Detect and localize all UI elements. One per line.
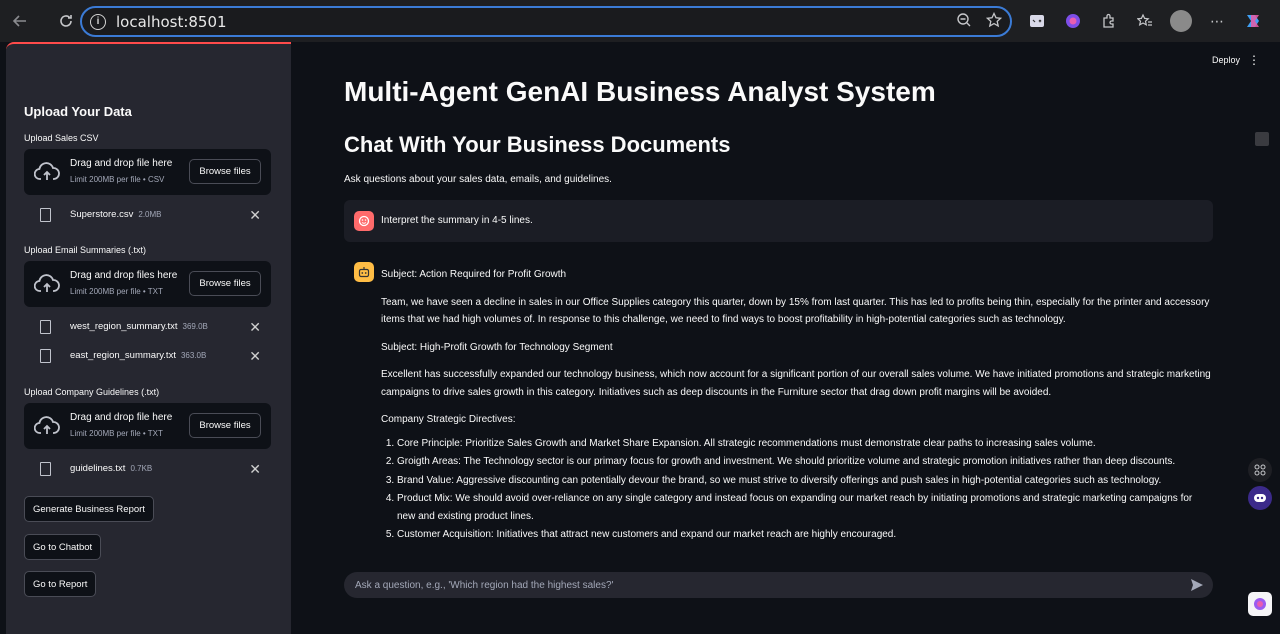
favorite-star-icon[interactable] — [985, 11, 1003, 33]
file-icon — [40, 208, 51, 222]
grid-widget-icon[interactable] — [1248, 458, 1272, 482]
remove-file-icon[interactable]: ✕ — [249, 319, 261, 336]
reload-icon[interactable] — [52, 7, 80, 35]
browse-files-button[interactable]: Browse files — [189, 271, 261, 296]
main-menu-icon[interactable]: ⋮ — [1248, 53, 1260, 67]
send-icon[interactable] — [1189, 577, 1205, 593]
page-title: Multi-Agent GenAI Business Analyst Syste… — [344, 76, 936, 107]
sales-csv-dropzone[interactable]: Drag and drop file here Limit 200MB per … — [24, 149, 271, 195]
extensions-puzzle-icon[interactable] — [1096, 8, 1122, 34]
assistant-chat-message: Subject: Action Required for Profit Grow… — [381, 266, 1213, 545]
file-name: Superstore.csv — [70, 209, 134, 220]
image-widget-icon[interactable] — [1255, 132, 1269, 146]
dropzone-limit: Limit 200MB per file • TXT — [70, 429, 163, 438]
file-size: 363.0B — [180, 351, 207, 360]
sales-csv-label: Upload Sales CSV — [24, 133, 99, 143]
list-item: Customer Acquisition: Initiatives that a… — [397, 526, 1213, 544]
user-avatar-icon — [354, 211, 374, 231]
guidelines-label: Upload Company Guidelines (.txt) — [24, 387, 160, 397]
url-text: localhost:8501 — [116, 12, 227, 31]
uploaded-file: Superstore.csv 2.0MB ✕ — [24, 201, 271, 229]
discord-widget-icon[interactable] — [1248, 486, 1272, 510]
file-name: guidelines.txt — [70, 463, 126, 474]
sidebar: Upload Your Data Upload Sales CSV Drag a… — [6, 42, 291, 634]
cloud-upload-icon — [34, 416, 60, 434]
user-chat-message: Interpret the summary in 4-5 lines. — [344, 200, 1213, 242]
streamlit-app: Upload Your Data Upload Sales CSV Drag a… — [0, 42, 1280, 634]
chat-input-container — [344, 572, 1213, 598]
back-icon[interactable] — [6, 7, 34, 35]
file-name: west_region_summary.txt — [70, 321, 178, 332]
go-to-chatbot-button[interactable]: Go to Chatbot — [24, 534, 102, 560]
page-caption: Ask questions about your sales data, ema… — [344, 174, 612, 185]
directives-list: Core Principle: Prioritize Sales Growth … — [397, 435, 1213, 544]
browse-files-button[interactable]: Browse files — [189, 159, 261, 184]
user-message-text: Interpret the summary in 4-5 lines. — [381, 215, 533, 226]
dropzone-limit: Limit 200MB per file • CSV — [70, 175, 165, 184]
generate-report-button[interactable]: Generate Business Report — [24, 496, 154, 522]
extension-icon-2[interactable] — [1060, 8, 1086, 34]
sidebar-title: Upload Your Data — [24, 104, 132, 119]
remove-file-icon[interactable]: ✕ — [249, 461, 261, 478]
browse-files-button[interactable]: Browse files — [189, 413, 261, 438]
browser-toolbar: i localhost:8501 ⋯ — [0, 0, 1280, 42]
dropzone-text: Drag and drop files here — [70, 270, 178, 281]
cloud-upload-icon — [34, 274, 60, 292]
assistant-widget-icon[interactable] — [1248, 592, 1272, 616]
file-icon — [40, 349, 51, 363]
email-summaries-label: Upload Email Summaries (.txt) — [24, 245, 147, 255]
email-paragraph: Team, we have seen a decline in sales in… — [381, 296, 1210, 326]
file-name: east_region_summary.txt — [70, 350, 176, 361]
page-subtitle: Chat With Your Business Documents — [344, 132, 731, 157]
go-to-report-button[interactable]: Go to Report — [24, 571, 97, 597]
file-size: 2.0MB — [138, 210, 162, 219]
profile-avatar[interactable] — [1168, 8, 1194, 34]
email-subject: Subject: High-Profit Growth for Technolo… — [381, 341, 613, 353]
chat-input[interactable] — [355, 576, 1175, 594]
more-menu-icon[interactable]: ⋯ — [1204, 8, 1230, 34]
uploaded-file: west_region_summary.txt 369.0B ✕ — [24, 313, 271, 341]
file-size: 0.7KB — [130, 464, 153, 473]
dropzone-text: Drag and drop file here — [70, 158, 173, 169]
assistant-avatar-icon — [354, 262, 374, 282]
list-item: Core Principle: Prioritize Sales Growth … — [397, 435, 1213, 453]
copilot-icon[interactable] — [1240, 8, 1266, 34]
dropzone-limit: Limit 200MB per file • TXT — [70, 287, 163, 296]
main-content: Deploy ⋮ Multi-Agent GenAI Business Anal… — [291, 42, 1274, 634]
extension-icon-1[interactable] — [1024, 8, 1050, 34]
dropzone-text: Drag and drop file here — [70, 412, 173, 423]
remove-file-icon[interactable]: ✕ — [249, 348, 261, 365]
zoom-icon[interactable] — [956, 12, 972, 33]
file-icon — [40, 320, 51, 334]
address-bar[interactable]: i localhost:8501 — [80, 6, 1012, 37]
list-item: Brand Value: Aggressive discounting can … — [397, 472, 1213, 490]
uploaded-file: east_region_summary.txt 363.0B ✕ — [24, 342, 271, 370]
email-paragraph: Excellent has successfully expanded our … — [381, 369, 1211, 398]
deploy-button[interactable]: Deploy — [1212, 55, 1240, 65]
list-item: Groigth Areas: The Technology sector is … — [397, 453, 1213, 471]
list-item: Product Mix: We should avoid over-relian… — [397, 490, 1213, 525]
cloud-upload-icon — [34, 162, 60, 180]
remove-file-icon[interactable]: ✕ — [249, 207, 261, 224]
info-icon[interactable]: i — [90, 13, 106, 30]
favorites-icon[interactable] — [1132, 8, 1158, 34]
email-summaries-dropzone[interactable]: Drag and drop files here Limit 200MB per… — [24, 261, 271, 307]
page-scrollbar[interactable] — [1274, 42, 1280, 634]
email-subject: Subject: Action Required for Profit Grow… — [381, 269, 567, 280]
file-size: 369.0B — [182, 322, 208, 331]
directives-heading: Company Strategic Directives: — [381, 414, 516, 425]
uploaded-file: guidelines.txt 0.7KB ✕ — [24, 455, 271, 483]
guidelines-dropzone[interactable]: Drag and drop file here Limit 200MB per … — [24, 403, 271, 449]
file-icon — [40, 462, 51, 476]
